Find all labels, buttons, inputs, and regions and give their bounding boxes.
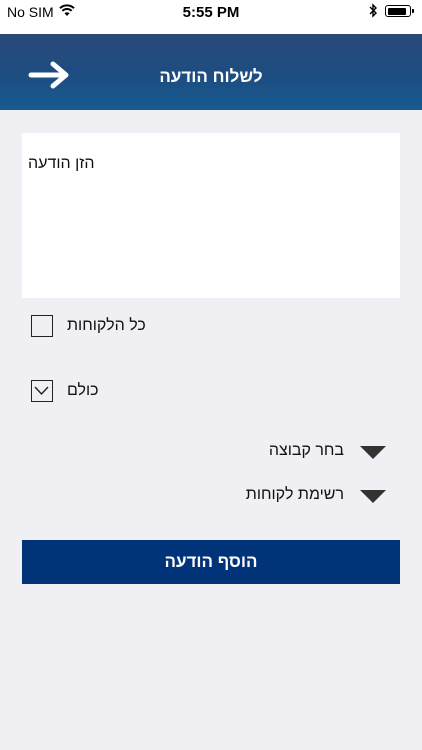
everyone-checkbox[interactable]	[31, 380, 53, 402]
header-bar: לשלוח הודעה	[0, 34, 422, 110]
everyone-option: כולם	[31, 380, 111, 404]
all-customers-label: כל הלקוחות	[67, 317, 146, 334]
all-customers-checkbox[interactable]	[31, 315, 53, 337]
dropdown-arrow-icon	[360, 490, 386, 503]
customer-list-label: רשימת לקוחות	[245, 486, 344, 503]
add-message-button[interactable]: הוסף הודעה	[22, 540, 400, 584]
message-placeholder: הזן הודעה	[28, 155, 95, 172]
dropdown-arrow-icon	[360, 446, 386, 459]
battery-icon	[385, 5, 414, 17]
status-bar: No SIM 5:55 PM	[0, 0, 422, 34]
all-customers-option: כל הלקוחות	[31, 315, 161, 339]
battery-level-fill	[387, 7, 406, 15]
group-select-label: בחר קבוצה	[268, 442, 344, 459]
status-time: 5:55 PM	[182, 4, 240, 21]
page-title: לשלוח הודעה	[159, 67, 263, 86]
message-textarea[interactable]: הזן הודעה	[22, 133, 400, 298]
bluetooth-icon	[368, 3, 378, 22]
customer-list-select[interactable]: רשימת לקוחות	[220, 484, 386, 508]
check-icon	[34, 386, 49, 396]
group-select[interactable]: בחר קבוצה	[240, 440, 386, 464]
everyone-label: כולם	[67, 382, 99, 399]
